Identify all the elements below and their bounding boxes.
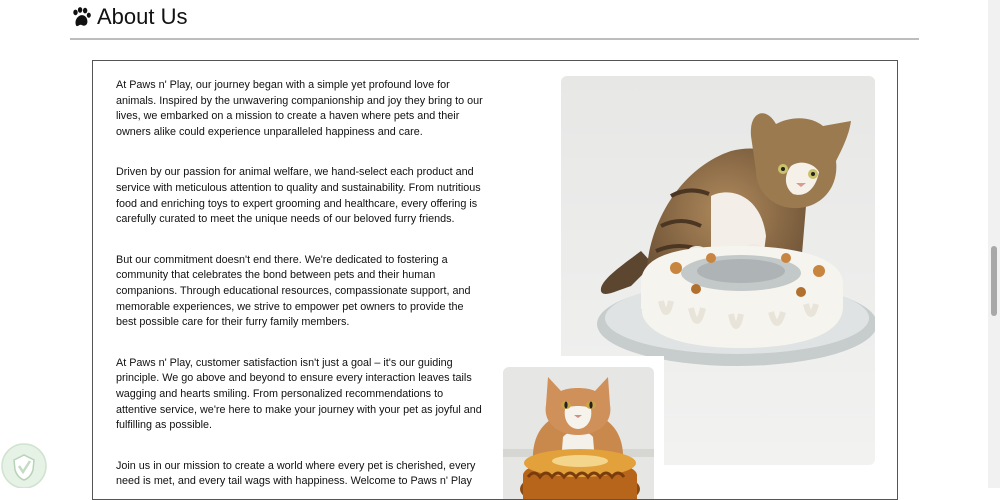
about-paragraph: But our commitment doesn't end there. We… xyxy=(116,253,471,329)
about-panel: At Paws n' Play, our journey began with … xyxy=(92,60,898,500)
page-title: About Us xyxy=(70,3,188,31)
about-text: At Paws n' Play, our journey began with … xyxy=(116,78,486,499)
corner-logo xyxy=(0,440,48,489)
page-scrollbar[interactable] xyxy=(988,0,1000,488)
about-paragraph: Driven by our passion for animal welfare… xyxy=(116,166,481,226)
about-paragraph: At Paws n' Play, customer satisfaction i… xyxy=(116,356,482,432)
page-title-text: About Us xyxy=(97,4,188,29)
about-paragraph: Join us in our mission to create a world… xyxy=(116,459,476,488)
scrollbar-thumb[interactable] xyxy=(991,246,997,316)
paw-icon xyxy=(73,7,91,27)
about-paragraph: At Paws n' Play, our journey began with … xyxy=(116,79,483,138)
orange-cat-image xyxy=(503,367,654,499)
page-header: About Us xyxy=(70,2,919,40)
